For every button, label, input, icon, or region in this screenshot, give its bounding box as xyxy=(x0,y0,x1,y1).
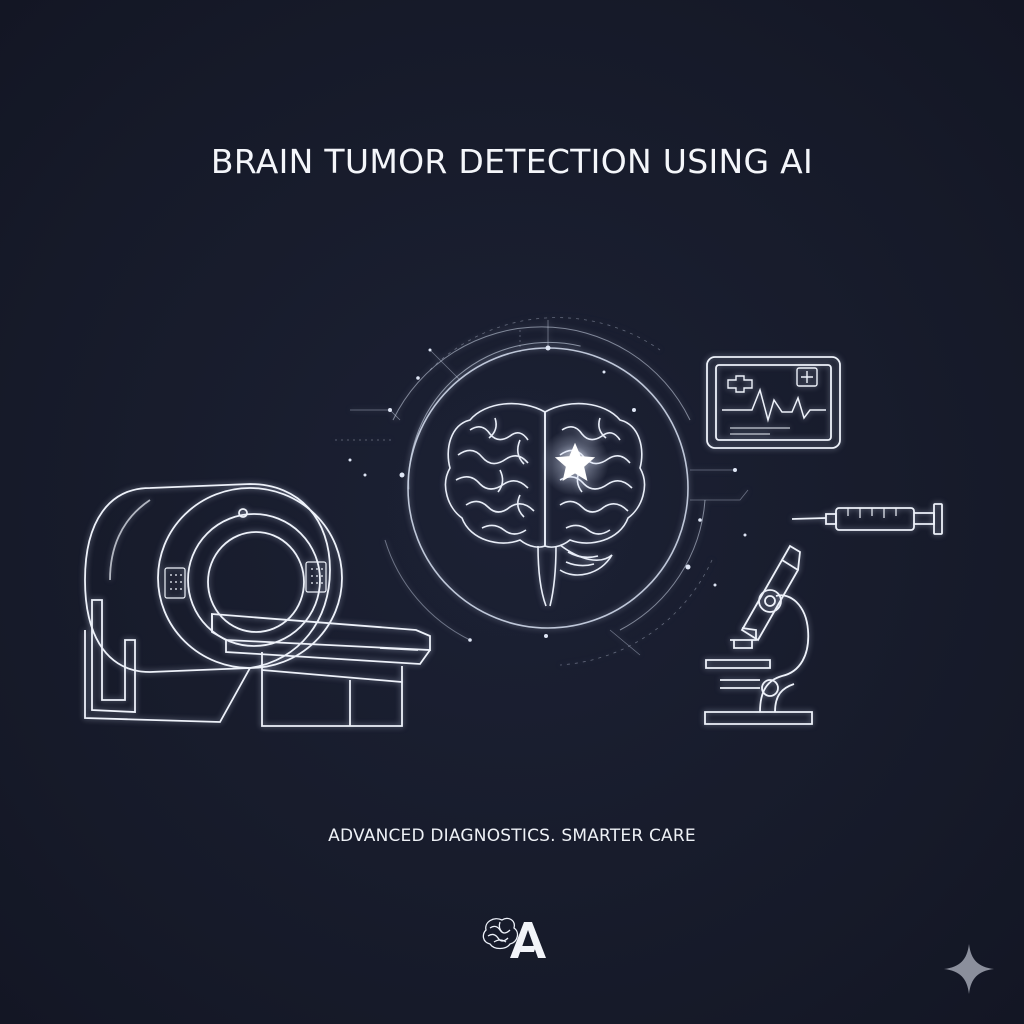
tagline: ADVANCED DIAGNOSTICS. SMARTER CARE xyxy=(328,826,696,846)
scanner-keypad-left xyxy=(164,567,186,599)
tumor-highlight-icon xyxy=(541,428,609,496)
scanner-keypad-right xyxy=(305,561,327,593)
brain-icon xyxy=(444,402,646,607)
syringe-icon xyxy=(791,503,943,535)
vital-monitor-icon xyxy=(706,356,841,449)
brain-a-logo xyxy=(482,917,546,958)
microscope-icon xyxy=(704,544,813,725)
tech-rings xyxy=(335,317,749,666)
mri-scanner-icon xyxy=(84,483,431,727)
sparkle-icon xyxy=(944,944,994,994)
illustration xyxy=(84,317,943,727)
